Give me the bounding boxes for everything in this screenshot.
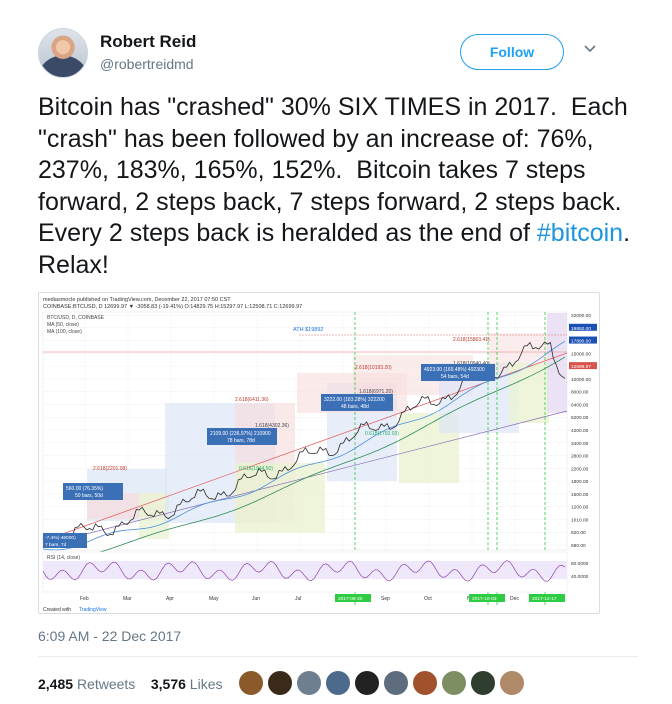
- price-tick: 10000.00: [571, 377, 591, 383]
- rsi-tick-80: 80.0000: [571, 561, 589, 567]
- month-tick: Jul: [295, 596, 301, 602]
- avatar[interactable]: [441, 670, 467, 696]
- svg-text:4923.00 (165.48%) 492300: 4923.00 (165.48%) 492300: [424, 367, 485, 373]
- chart-header-line2: COINBASE:BTCUSD, D 12699.97 ▼ -3058.83 (…: [43, 304, 302, 310]
- tweet-stats: 2,485 Retweets 3,576 Likes: [38, 676, 222, 692]
- price-tick: 8000.00: [571, 390, 589, 396]
- price-tick: 1800.00: [571, 479, 589, 485]
- chart-image[interactable]: mediasmocle published on TradingView.com…: [38, 292, 600, 614]
- svg-text:7 bars, 7d: 7 bars, 7d: [45, 542, 67, 548]
- svg-text:50 bars, 50d: 50 bars, 50d: [75, 493, 103, 499]
- price-tick: 5200.00: [571, 415, 589, 421]
- price-axis: 22000.00 19892.00 17890.00 15000.00 12699.97…: [569, 313, 597, 549]
- tweet-header: Robert Reid @robertreidmd Follow: [38, 28, 638, 80]
- svg-text:2109.00 (236.97%) 210900: 2109.00 (236.97%) 210900: [210, 431, 271, 437]
- legend-ma100: MA (100, close): [47, 329, 82, 335]
- display-name[interactable]: Robert Reid: [100, 32, 196, 52]
- svg-text:2017-12-17: 2017-12-17: [532, 596, 557, 602]
- svg-text:2017-08-20: 2017-08-20: [338, 596, 363, 602]
- month-tick: Dec: [510, 596, 519, 602]
- divider: [38, 656, 638, 657]
- price-tick: 1200.00: [571, 505, 589, 511]
- fib-label-1: 2.618(2201.08): [93, 466, 127, 472]
- month-tick: Sep: [381, 596, 390, 602]
- fib-label-2: 2.618(6411.36): [235, 397, 269, 403]
- avatar[interactable]: [499, 670, 525, 696]
- price-tick: 820.00: [571, 530, 586, 536]
- likes-label[interactable]: Likes: [190, 676, 223, 692]
- follow-button[interactable]: Follow: [460, 34, 564, 70]
- measure-box-1: 560.00 (76.35%) 50 bars, 50d: [63, 483, 123, 500]
- date-badge-2: 2017-10-03: [469, 594, 505, 602]
- time-axis: FebMarAprMayJunJulAugSepOctNovDec: [80, 596, 519, 602]
- price-tick: 1500.00: [571, 492, 589, 498]
- fib-zone-6: [547, 313, 567, 413]
- chart-header-line1: mediasmocle published on TradingView.com…: [43, 297, 231, 303]
- chart-footer: Created with: [43, 607, 71, 613]
- fib-label-5: 2.618(10193.20): [355, 365, 392, 371]
- likes-count[interactable]: 3,576: [151, 676, 186, 692]
- measure-box-4: 4923.00 (165.48%) 492300 54 bars, 54d: [421, 364, 495, 381]
- price-tick: 15000.00: [571, 351, 591, 357]
- measure-box-3: 3222.00 (183.28%) 322200 48 bars, 48d: [321, 394, 393, 411]
- svg-text:48 bars, 48d: 48 bars, 48d: [341, 404, 369, 410]
- price-tick: 6400.00: [571, 402, 589, 408]
- svg-text:2017-10-03: 2017-10-03: [472, 596, 497, 602]
- price-tick: 1010.00: [571, 517, 589, 523]
- avatar[interactable]: [470, 670, 496, 696]
- liker-avatars: [238, 670, 528, 698]
- avatar[interactable]: [38, 28, 88, 78]
- measure-box-2: 2109.00 (236.97%) 210900 78 bars, 78d: [207, 428, 277, 445]
- svg-text:3222.00 (183.28%) 322200: 3222.00 (183.28%) 322200: [324, 397, 385, 403]
- svg-text:-7.4%(-46000): -7.4%(-46000): [45, 535, 76, 541]
- fib-label-9: 0.618(1944.50): [239, 466, 273, 472]
- price-tick: 22000.00: [571, 313, 591, 319]
- price-tick: 19892.00: [571, 326, 591, 332]
- month-tick: Oct: [424, 596, 432, 602]
- fib-label-6: 2.618(15863.41): [453, 337, 490, 343]
- tradingview-logo: TradingView: [79, 607, 107, 613]
- drop-box: -7.4%(-46000) 7 bars, 7d: [43, 533, 87, 548]
- price-tick: 680.00: [571, 543, 586, 549]
- avatar[interactable]: [296, 670, 322, 696]
- month-tick: Mar: [123, 596, 132, 602]
- fib-label-8: 0.618(1793.03): [365, 431, 399, 437]
- price-tick: 12699.97: [571, 364, 591, 370]
- date-badge-1: 2017-08-20: [335, 594, 371, 602]
- avatar[interactable]: [238, 670, 264, 696]
- user-handle[interactable]: @robertreidmd: [100, 56, 194, 72]
- svg-text:560.00 (76.35%): 560.00 (76.35%): [66, 486, 103, 492]
- fib-zone-2c: [235, 463, 325, 533]
- price-tick: 4200.00: [571, 428, 589, 434]
- month-tick: Feb: [80, 596, 89, 602]
- rsi-tick-40: 40.0000: [571, 574, 589, 580]
- hashtag-link[interactable]: #bitcoin: [537, 219, 623, 247]
- legend-symbol: BTC/USD, D, COINBASE: [47, 315, 105, 321]
- chevron-down-icon[interactable]: [582, 42, 598, 58]
- avatar[interactable]: [267, 670, 293, 696]
- price-tick: 3400.00: [571, 441, 589, 447]
- tweet-text: Bitcoin has "crashed" 30% SIX TIMES in 2…: [38, 92, 638, 281]
- avatar[interactable]: [354, 670, 380, 696]
- retweets-label[interactable]: Retweets: [77, 676, 135, 692]
- date-badge-3: 2017-12-17: [529, 594, 565, 602]
- retweets-count[interactable]: 2,485: [38, 676, 73, 692]
- price-tick: 2800.00: [571, 454, 589, 460]
- svg-text:78 bars, 78d: 78 bars, 78d: [227, 438, 255, 444]
- month-tick: Apr: [166, 596, 174, 602]
- svg-text:54 bars, 54d: 54 bars, 54d: [441, 374, 469, 380]
- ath-label: ATH $19892: [293, 327, 323, 333]
- avatar[interactable]: [325, 670, 351, 696]
- month-tick: Jun: [252, 596, 260, 602]
- price-tick: 17890.00: [571, 339, 591, 345]
- month-tick: May: [209, 596, 219, 602]
- avatar[interactable]: [412, 670, 438, 696]
- price-tick: 2200.00: [571, 466, 589, 472]
- tweet-timestamp[interactable]: 6:09 AM - 22 Dec 2017: [38, 628, 181, 644]
- rsi-label: RSI (14, close): [47, 555, 80, 561]
- avatar[interactable]: [383, 670, 409, 696]
- legend-ma50: MA (50, close): [47, 322, 79, 328]
